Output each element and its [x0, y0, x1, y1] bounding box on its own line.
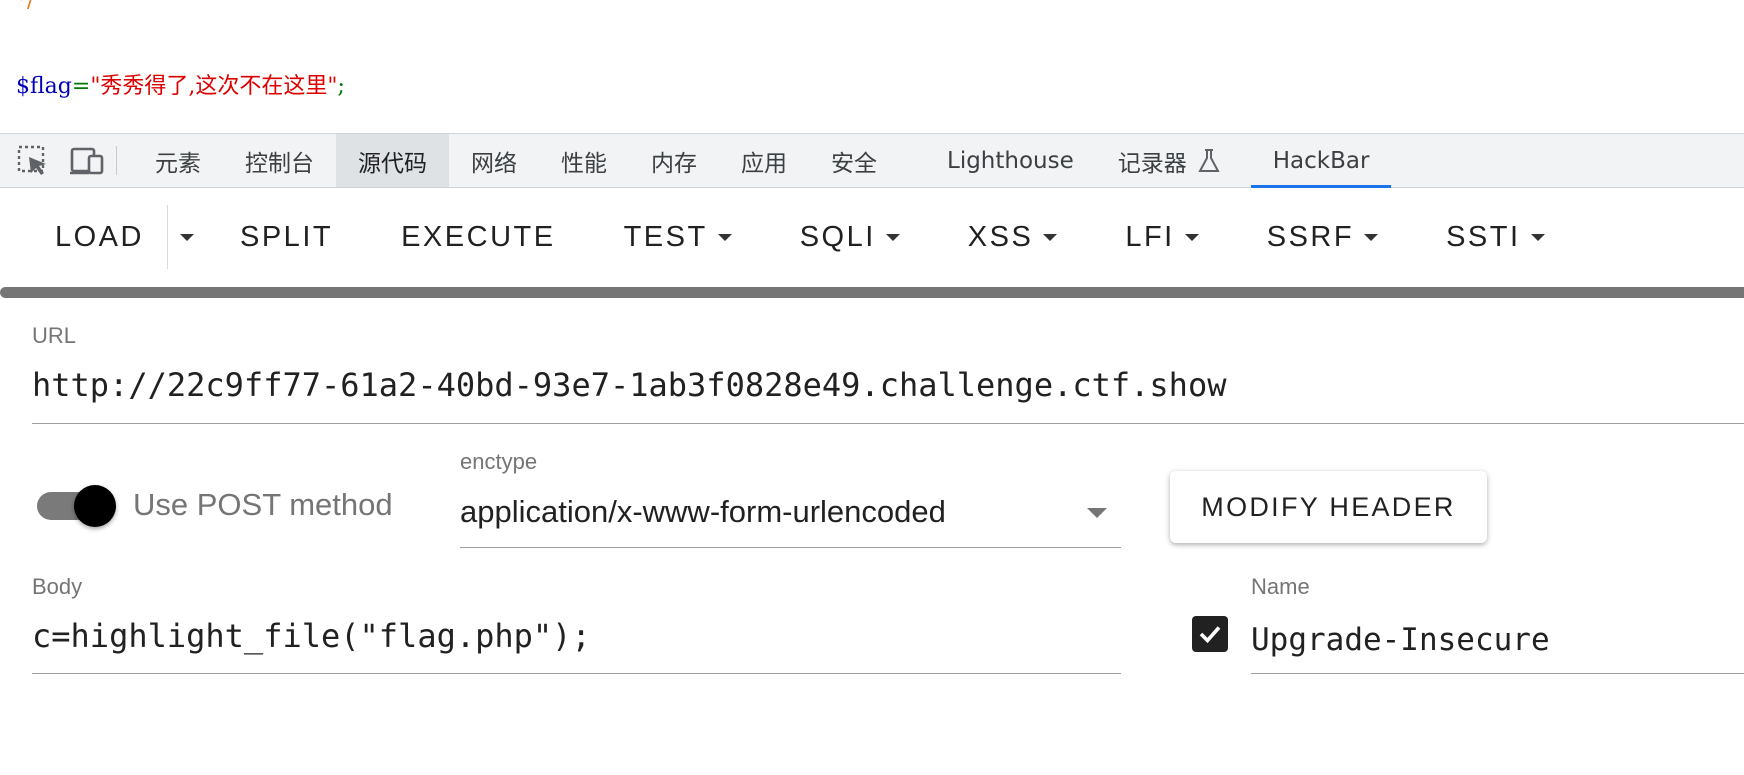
ssrf-menu-label: SSRF: [1266, 220, 1355, 253]
header-name-input[interactable]: Upgrade-Insecure: [1251, 622, 1550, 658]
device-toolbar-icon: [70, 147, 104, 174]
tab-recorder[interactable]: 记录器: [1096, 134, 1243, 187]
hackbar-toolbar: LOAD SPLIT EXECUTE TEST SQLI XSS LFI SSR…: [0, 188, 1744, 286]
chevron-down-icon: [1087, 508, 1107, 518]
test-menu-button[interactable]: TEST: [624, 188, 732, 286]
tab-security[interactable]: 安全: [809, 134, 899, 187]
toggle-thumb: [74, 485, 116, 527]
code-flag-string: "秀秀得了,这次不在这里": [90, 74, 338, 99]
chevron-down-icon: [1184, 233, 1199, 241]
sqli-menu-button[interactable]: SQLI: [800, 188, 900, 286]
post-method-toggle[interactable]: [37, 485, 117, 527]
test-menu-label: TEST: [623, 220, 708, 253]
code-flag-operator: =: [71, 74, 91, 99]
code-flag-variable: $flag: [16, 74, 72, 99]
toolbar-progress-bar: [0, 287, 1744, 298]
check-icon: [1199, 626, 1221, 644]
post-method-label: Use POST method: [133, 487, 393, 522]
chevron-down-icon: [717, 233, 732, 241]
chevron-down-icon: [1530, 233, 1545, 241]
chevron-down-icon: [180, 233, 194, 241]
tab-application[interactable]: 应用: [719, 134, 809, 187]
chevron-down-icon: [885, 233, 900, 241]
source-code-pane: */ $flag="秀秀得了,这次不在这里";: [0, 0, 1744, 133]
body-label: Body: [32, 574, 83, 599]
enctype-select[interactable]: application/x-www-form-urlencoded: [460, 494, 946, 530]
tab-lighthouse[interactable]: Lighthouse: [925, 134, 1096, 187]
execute-button[interactable]: EXECUTE: [401, 188, 555, 286]
url-input[interactable]: http://22c9ff77-61a2-40bd-93e7-1ab3f0828…: [32, 366, 1226, 404]
sqli-menu-label: SQLI: [799, 220, 876, 253]
header-name-label: Name: [1251, 574, 1310, 599]
chevron-down-icon: [1043, 233, 1058, 241]
tab-network[interactable]: 网络: [449, 134, 539, 187]
code-flag-semicolon: ;: [337, 74, 345, 99]
modify-header-button[interactable]: MODIFY HEADER: [1170, 471, 1487, 543]
tab-hackbar[interactable]: HackBar: [1250, 134, 1392, 188]
code-line-flag: $flag="秀秀得了,这次不在这里";: [16, 68, 345, 100]
tab-console[interactable]: 控制台: [223, 134, 336, 187]
split-button[interactable]: SPLIT: [240, 188, 333, 286]
flask-icon: [1198, 148, 1220, 172]
body-input-underline: [32, 673, 1121, 674]
ssti-menu-button[interactable]: SSTI: [1446, 188, 1545, 286]
url-label: URL: [32, 323, 77, 348]
url-input-underline: [32, 423, 1744, 424]
xss-menu-button[interactable]: XSS: [968, 188, 1058, 286]
load-separator: [167, 205, 168, 269]
lfi-menu-button[interactable]: LFI: [1125, 188, 1199, 286]
ssrf-menu-button[interactable]: SSRF: [1266, 188, 1379, 286]
devtools-tab-bar: 元素 控制台 源代码 网络 性能 内存 应用 安全 Lighthouse 记录器…: [0, 133, 1744, 188]
tab-performance[interactable]: 性能: [539, 134, 629, 187]
tab-elements[interactable]: 元素: [133, 134, 223, 187]
body-input[interactable]: c=highlight_file("flag.php");: [32, 617, 591, 655]
xss-menu-label: XSS: [967, 220, 1034, 253]
tab-memory[interactable]: 内存: [629, 134, 719, 187]
tab-sources[interactable]: 源代码: [336, 134, 449, 187]
device-toolbar-button[interactable]: [60, 134, 114, 187]
inspect-element-button[interactable]: [6, 134, 60, 187]
inspect-element-icon: [17, 145, 46, 175]
enctype-label: enctype: [460, 449, 538, 474]
header-name-underline: [1251, 673, 1744, 674]
header-enabled-checkbox[interactable]: [1192, 616, 1228, 652]
ssti-menu-label: SSTI: [1446, 220, 1521, 253]
chevron-down-icon: [1364, 233, 1379, 241]
tab-recorder-label: 记录器: [1117, 150, 1187, 177]
code-comment-fragment: */: [16, 0, 35, 13]
load-dropdown-button[interactable]: [180, 188, 220, 286]
lfi-menu-label: LFI: [1125, 220, 1175, 253]
load-button[interactable]: LOAD: [55, 188, 167, 286]
enctype-select-underline: [460, 547, 1121, 548]
toolbar-separator: [116, 146, 117, 175]
